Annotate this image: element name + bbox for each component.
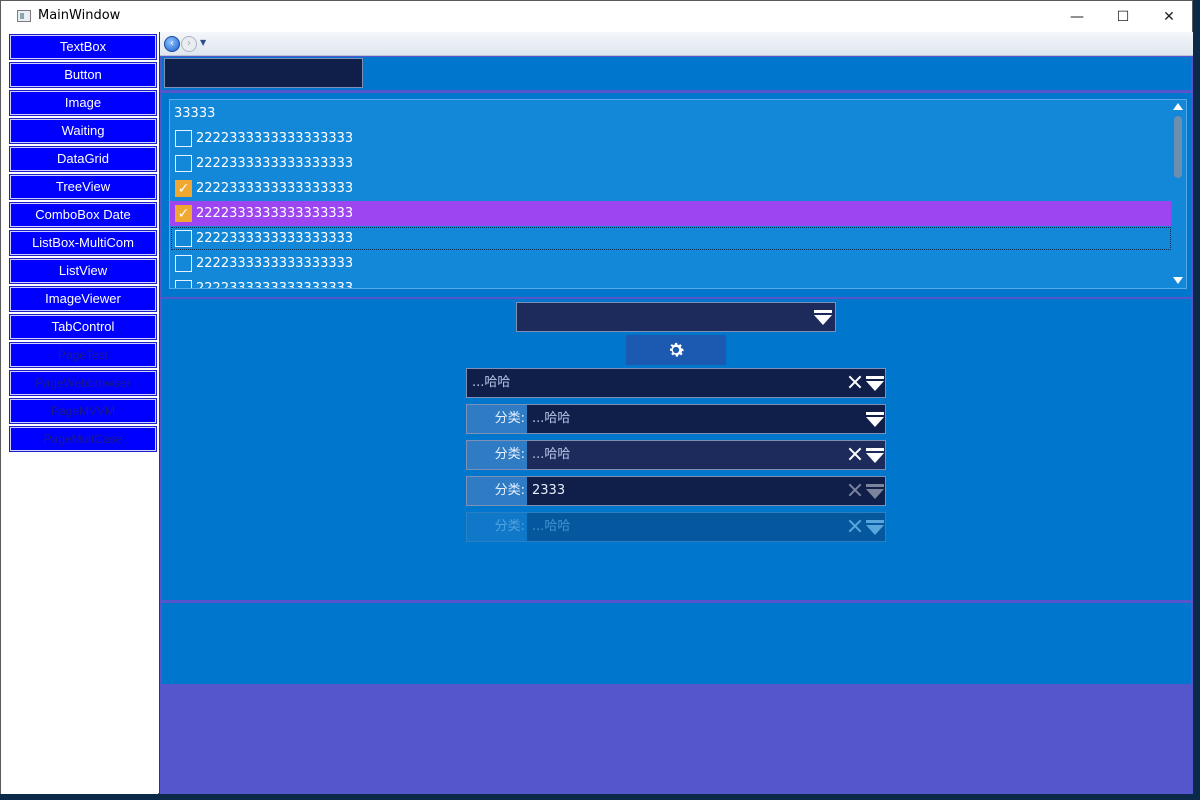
checkbox[interactable] [175,255,192,272]
sidebar-button-datagrid[interactable]: DataGrid [9,146,157,172]
sidebar-button-combobox-date[interactable]: ComboBox Date [9,202,157,228]
list-item-label: 2222333333333333333 [196,131,354,146]
scroll-down-icon[interactable] [1173,277,1183,284]
checkbox[interactable] [175,180,192,197]
main-window: MainWindow — ☐ ✕ TextBox Button Image Waiti… [0,0,1193,794]
combobox-value: ...哈哈 [472,375,511,390]
content-area: ‹ › ▼ 33333 2222333333333333333 222233333… [159,32,1193,794]
window-title: MainWindow [38,8,121,23]
clear-icon[interactable] [848,374,862,390]
listbox-header: 33333 [174,106,216,121]
list-item[interactable]: 2222333333333333333 [170,276,1172,289]
sidebar: TextBox Button Image Waiting DataGrid TreeVie… [1,32,158,794]
sidebar-button-image[interactable]: Image [9,90,157,116]
list-item-label: 2222333333333333333 [196,181,354,196]
combobox-label: 分类: [467,441,527,469]
sidebar-button-treeview[interactable]: TreeView [9,174,157,200]
gear-icon [670,342,684,357]
multi-select-listbox[interactable]: 33333 2222333333333333333 222233333333333… [169,99,1187,289]
combobox-panel: ...哈哈 分类: ...哈哈 分类: ...哈哈 分类: 2333 分类: ...哈哈 [162,299,1191,600]
main-combobox[interactable] [516,302,836,332]
listbox-panel: 33333 2222333333333333333 222233333333333… [162,93,1191,297]
list-item[interactable]: 2222333333333333333 [170,151,1172,176]
list-item[interactable]: 2222333333333333333 [170,176,1172,201]
vertical-scrollbar[interactable] [1171,100,1185,288]
list-item-label: 2222333333333333333 [196,156,354,171]
combobox-label: 分类: [467,513,527,541]
combobox-value: ...哈哈 [532,411,571,426]
maximize-button[interactable]: ☐ [1100,1,1146,32]
list-item-label: 2222333333333333333 [196,231,354,246]
list-item-label: 2222333333333333333 [196,281,354,289]
dropdown-arrow-icon[interactable] [866,412,884,428]
sidebar-button-listbox-multicom[interactable]: ListBox-MultiCom [9,230,157,256]
app-icon [17,10,31,22]
checkbox[interactable] [175,155,192,172]
list-item-label: 2222333333333333333 [196,206,354,221]
title-bar: MainWindow — ☐ ✕ [1,1,1192,32]
bottom-panel [162,603,1191,684]
list-item[interactable]: 2222333333333333333 [170,126,1172,151]
checkbox[interactable] [175,130,192,147]
checkbox[interactable] [175,280,192,288]
combobox-row[interactable]: 分类: ...哈哈 [466,404,886,434]
combobox-label: 分类: [467,477,527,505]
list-item-label: 2222333333333333333 [196,256,354,271]
sidebar-button-pagetest[interactable]: PageTest [9,342,157,368]
dropdown-arrow-icon[interactable] [866,520,884,536]
sidebar-button-pagewebbrowser[interactable]: PageWebbrowser [9,370,157,396]
sidebar-button-button[interactable]: Button [9,62,157,88]
dropdown-arrow-icon[interactable] [866,448,884,464]
back-arrow-icon[interactable]: ‹ [164,36,180,52]
scrollbar-thumb[interactable] [1174,116,1182,178]
navigation-bar: ‹ › ▼ [160,32,1193,56]
scroll-up-icon[interactable] [1173,103,1183,110]
sidebar-button-listview[interactable]: ListView [9,258,157,284]
checkbox[interactable] [175,230,192,247]
chevron-down-icon[interactable]: ▼ [200,38,206,47]
sidebar-button-pagemvvm[interactable]: PageMVVM [9,398,157,424]
dropdown-arrow-icon[interactable] [866,376,884,392]
clear-icon[interactable] [848,446,862,462]
list-item[interactable]: 2222333333333333333 [170,226,1172,251]
close-button[interactable]: ✕ [1146,1,1192,32]
combobox-row[interactable]: 分类: 2333 [466,476,886,506]
combobox-value: ...哈哈 [532,519,571,534]
combobox-value: 2333 [532,483,566,498]
text-input[interactable] [164,58,363,88]
sidebar-button-waiting[interactable]: Waiting [9,118,157,144]
combobox-row[interactable]: ...哈哈 [466,368,886,398]
list-item[interactable]: 2222333333333333333 [170,251,1172,276]
minimize-button[interactable]: — [1054,1,1100,32]
list-item[interactable]: 2222333333333333333 [170,201,1172,226]
combobox-label: 分类: [467,405,527,433]
clear-icon[interactable] [848,482,862,498]
sidebar-button-textbox[interactable]: TextBox [9,34,157,60]
combobox-row[interactable]: 分类: ...哈哈 [466,512,886,542]
window-controls: — ☐ ✕ [1054,1,1192,32]
sidebar-button-imageviewer[interactable]: ImageViewer [9,286,157,312]
combobox-value: ...哈哈 [532,447,571,462]
checkbox[interactable] [175,205,192,222]
dropdown-arrow-icon[interactable] [814,310,832,326]
forward-arrow-icon[interactable]: › [181,36,197,52]
combobox-row[interactable]: 分类: ...哈哈 [466,440,886,470]
sidebar-button-tabcontrol[interactable]: TabControl [9,314,157,340]
sidebar-button-pagemultcase[interactable]: PageMultCase [9,426,157,452]
dropdown-arrow-icon[interactable] [866,484,884,500]
clear-icon[interactable] [848,518,862,534]
textbox-panel [162,57,1191,90]
settings-button[interactable] [626,335,726,365]
